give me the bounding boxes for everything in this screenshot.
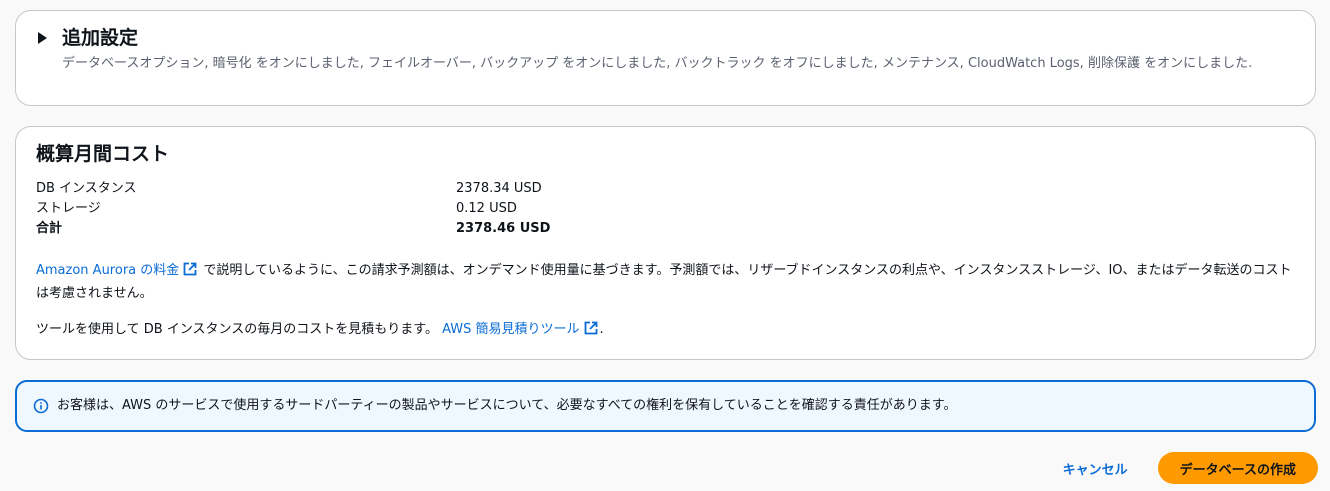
cost-row-db-instance: DB インスタンス 2378.34 USD [36,179,736,199]
pricing-note-text: で説明しているように、この請求予測額は、オンデマンド使用量に基づきます。予測額で… [36,263,1292,301]
cost-value: 0.12 USD [456,201,517,216]
cost-label: 合計 [36,221,63,236]
additional-settings-description: データベースオプション, 暗号化 をオンにしました, フェイルオーバー, バック… [62,56,1253,71]
additional-settings-title: 追加設定 [62,27,139,49]
create-database-button[interactable]: データベースの作成 [1157,452,1318,484]
info-alert: お客様は、AWS のサービスで使用するサードパーティーの製品やサービスについて、… [15,380,1316,432]
additional-settings-panel: 追加設定 データベースオプション, 暗号化 をオンにしました, フェイルオーバー… [15,10,1316,106]
cost-row-total: 合計 2378.46 USD [36,219,736,239]
cost-title: 概算月間コスト [36,143,170,165]
cancel-button[interactable]: キャンセル [1049,453,1142,484]
pricing-note: Amazon Aurora の料金 で説明しているように、この請求予測額は、オン… [36,260,1296,304]
aws-pricing-calculator-link[interactable]: AWS 簡易見積りツール [442,321,599,337]
external-link-icon [183,262,197,283]
caret-right-icon [38,32,47,44]
aurora-pricing-link[interactable]: Amazon Aurora の料金 [36,262,199,278]
external-link-icon [584,321,598,342]
aurora-pricing-link-label: Amazon Aurora の料金 [36,263,180,278]
info-alert-text: お客様は、AWS のサービスで使用するサードパーティーの製品やサービスについて、… [57,398,957,413]
info-circle-icon [33,398,49,414]
aws-pricing-calculator-link-label: AWS 簡易見積りツール [442,322,580,337]
cost-value: 2378.46 USD [456,221,551,236]
cost-table: DB インスタンス 2378.34 USD ストレージ 0.12 USD 合計 … [36,179,736,239]
cost-row-storage: ストレージ 0.12 USD [36,199,736,219]
calculator-note: ツールを使用して DB インスタンスの毎月のコストを見積もります。 AWS 簡易… [36,319,1296,342]
additional-settings-expander[interactable]: 追加設定 [38,25,138,51]
cost-label: DB インスタンス [36,181,137,196]
calculator-note-suffix: . [599,322,604,337]
cost-value: 2378.34 USD [456,181,542,196]
estimated-monthly-cost-panel: 概算月間コスト DB インスタンス 2378.34 USD ストレージ 0.12… [15,126,1316,360]
cost-label: ストレージ [36,201,101,216]
calculator-note-text: ツールを使用して DB インスタンスの毎月のコストを見積もります。 [36,322,443,337]
form-actions: キャンセル データベースの作成 [1049,452,1318,484]
